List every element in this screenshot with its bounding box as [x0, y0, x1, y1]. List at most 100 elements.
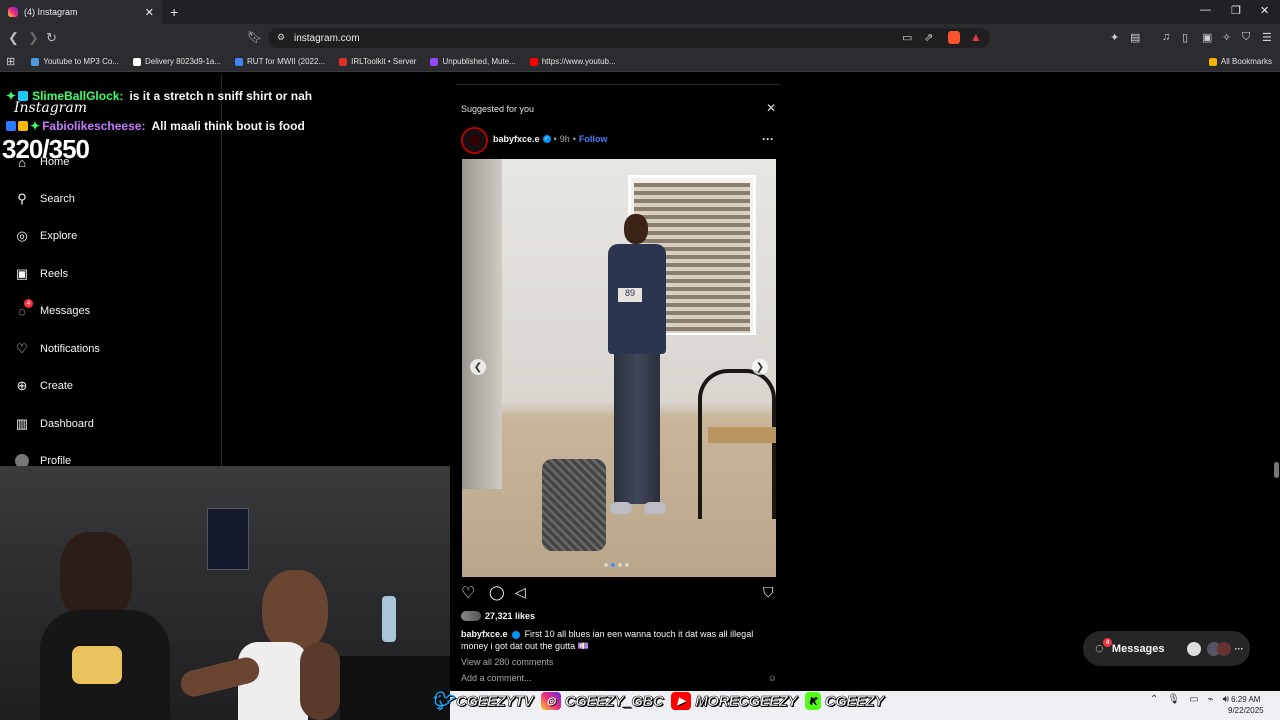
reload-icon[interactable]: ↻ [46, 30, 57, 46]
share-icon[interactable]: ◁ [515, 584, 526, 601]
comment-input[interactable]: Add a comment... ☺ [461, 673, 777, 683]
likes-row[interactable]: 27,321 likes [461, 611, 535, 621]
address-bar[interactable]: ⚙︎ instagram.com ▭ ⇗ ▲ [268, 28, 990, 48]
url-text: instagram.com [294, 32, 360, 44]
carousel-prev-icon[interactable]: ❮ [470, 359, 486, 375]
share-icon[interactable]: ⇗ [924, 31, 933, 44]
water-bottle [382, 596, 396, 642]
view-comments-link[interactable]: View all 280 comments [461, 657, 553, 667]
chat-message: ✦ SlimeBallGlock: is it a stretch n snif… [6, 88, 312, 104]
twitter-handle: CGEEZYTV [456, 692, 534, 710]
like-heart-icon[interactable]: ♡ [461, 583, 475, 603]
bookmark-favicon-icon [132, 57, 141, 66]
bookmark-item[interactable]: Youtube to MP3 Co... [31, 57, 119, 66]
post-avatar[interactable] [461, 127, 488, 154]
comment-icon[interactable]: ◯ [489, 584, 505, 601]
taskbar-clock[interactable]: 6:29 AM 9/22/2025 [1228, 694, 1264, 716]
sidebar-item-reels[interactable]: ▣ Reels [14, 266, 68, 282]
microphone-icon[interactable]: 🎙︎ [1167, 694, 1180, 705]
bookmark-item[interactable]: RUT for MWII (2022... [235, 57, 325, 66]
window-close-icon[interactable]: ✕ [1260, 4, 1269, 17]
leo-ai-icon[interactable]: ✧ [1222, 31, 1231, 44]
tab-strip [0, 0, 1280, 24]
bookmark-item[interactable]: Delivery 8023d9-1a... [132, 57, 221, 66]
avatar [1186, 641, 1201, 656]
bookmark-item[interactable]: IRLToolkit • Server [339, 57, 416, 66]
bookmark-favicon-icon [529, 57, 538, 66]
more-options-icon[interactable]: ··· [762, 132, 774, 146]
brave-shield-icon[interactable] [948, 31, 960, 44]
network-icon[interactable]: ⌁ [1208, 694, 1214, 705]
notification-badge: 4 [1103, 638, 1112, 647]
feed-divider [456, 84, 780, 86]
back-icon[interactable]: ❮ [8, 30, 19, 46]
comment-placeholder: Add a comment... [461, 673, 532, 683]
menu-icon[interactable]: ☰ [1262, 31, 1272, 44]
sparkle-icon: ✦ [30, 119, 41, 133]
messenger-icon: ◌ 4 [1095, 638, 1112, 657]
wallet-icon[interactable]: ▣ [1202, 31, 1212, 44]
chat-message: ✦ Fabiolikescheese: All maali think bout… [6, 118, 312, 134]
caption-username[interactable]: babyfxce.e [461, 629, 508, 639]
suggested-label: Suggested for you [461, 104, 535, 114]
display-icon[interactable]: ▭ [1189, 694, 1198, 705]
follow-button[interactable]: Follow [579, 134, 608, 144]
close-tab-icon[interactable]: ✕ [145, 6, 154, 19]
likes-count: 27,321 likes [485, 611, 536, 621]
bookmark-page-icon[interactable]: 🔖︎ [247, 30, 262, 44]
new-tab-icon[interactable]: + [170, 4, 178, 20]
carousel-dots [604, 563, 629, 567]
avatar [1216, 641, 1231, 656]
sidebar-toggle-icon[interactable]: ▤ [1130, 31, 1140, 44]
sidebar-item-messages[interactable]: ◌ 4 Messages [14, 299, 90, 319]
bookmark-favicon-icon [31, 57, 40, 66]
browser-tab[interactable]: (4) Instagram ✕ [0, 0, 162, 24]
chart-icon: ▥ [15, 416, 29, 431]
cast-icon[interactable]: ▭ [902, 31, 912, 44]
rewards-icon[interactable]: ▲ [970, 30, 982, 44]
instagram-favicon-icon [8, 7, 18, 17]
scrollbar-thumb[interactable] [1274, 462, 1279, 478]
sidebar-item-dashboard[interactable]: ▥ Dashboard [14, 416, 94, 432]
messenger-icon: ◌ 4 [14, 299, 33, 319]
tab-title: (4) Instagram [24, 7, 78, 17]
media-icon[interactable]: ♫ [1162, 31, 1170, 43]
close-icon[interactable]: ✕ [766, 101, 776, 115]
stream-socials-banner: 🐦︎ CGEEZYTV ◎ CGEEZY_GBC ▶ MORECGEEZY K … [424, 691, 885, 711]
shirt-graphic [72, 646, 122, 684]
sidebar-item-search[interactable]: ⚲ Search [14, 191, 75, 207]
bookmark-favicon-icon [430, 57, 439, 66]
chat-text: is it a stretch n sniff shirt or nah [129, 89, 313, 103]
all-bookmarks[interactable]: All Bookmarks [1208, 57, 1272, 66]
reading-list-icon[interactable]: ▯ [1182, 31, 1188, 44]
minimize-icon[interactable]: — [1200, 4, 1211, 16]
post-username[interactable]: babyfxce.e [493, 134, 540, 144]
bookmark-item[interactable]: Unpublished, Mute... [430, 57, 516, 66]
chevron-up-icon[interactable]: ⌃ [1150, 694, 1158, 705]
badge-icon [18, 121, 28, 131]
forward-icon[interactable]: ❯ [28, 30, 39, 46]
carousel-dot [618, 563, 622, 567]
person-left-head [60, 532, 132, 618]
carousel-dot [604, 563, 608, 567]
emoji-icon[interactable]: ☺ [768, 673, 777, 683]
apps-grid-icon[interactable]: ⊞ [6, 55, 15, 68]
sidebar-item-explore[interactable]: ◎ Explore [14, 228, 77, 244]
save-bookmark-icon[interactable]: ⛉ [763, 584, 774, 601]
messages-pill[interactable]: ◌ 4 Messages ··· [1083, 631, 1250, 666]
sidebar-item-notifications[interactable]: ♡ Notifications [14, 341, 100, 357]
search-icon: ⚲ [17, 191, 27, 206]
maximize-icon[interactable]: ❐ [1231, 4, 1241, 17]
bookmark-item[interactable]: https://www.youtub... [529, 57, 616, 66]
site-settings-icon[interactable]: ⚙︎ [277, 32, 285, 43]
carousel-dot-active [611, 563, 615, 567]
carousel-next-icon[interactable]: ❯ [752, 359, 768, 375]
dot-separator: • [553, 134, 557, 144]
plus-icon: ⊕ [16, 378, 28, 393]
sidebar-item-create[interactable]: ⊕ Create [14, 378, 73, 394]
bookmark-favicon-icon [339, 57, 348, 66]
vpn-icon[interactable]: ⛉ [1242, 31, 1250, 44]
extensions-icon[interactable]: ✦ [1110, 31, 1119, 44]
system-tray: ⌃ 🎙︎ ▭ ⌁ 🔊︎ [1150, 694, 1229, 705]
post-photo[interactable]: 89 ❮ ❯ [462, 159, 776, 577]
